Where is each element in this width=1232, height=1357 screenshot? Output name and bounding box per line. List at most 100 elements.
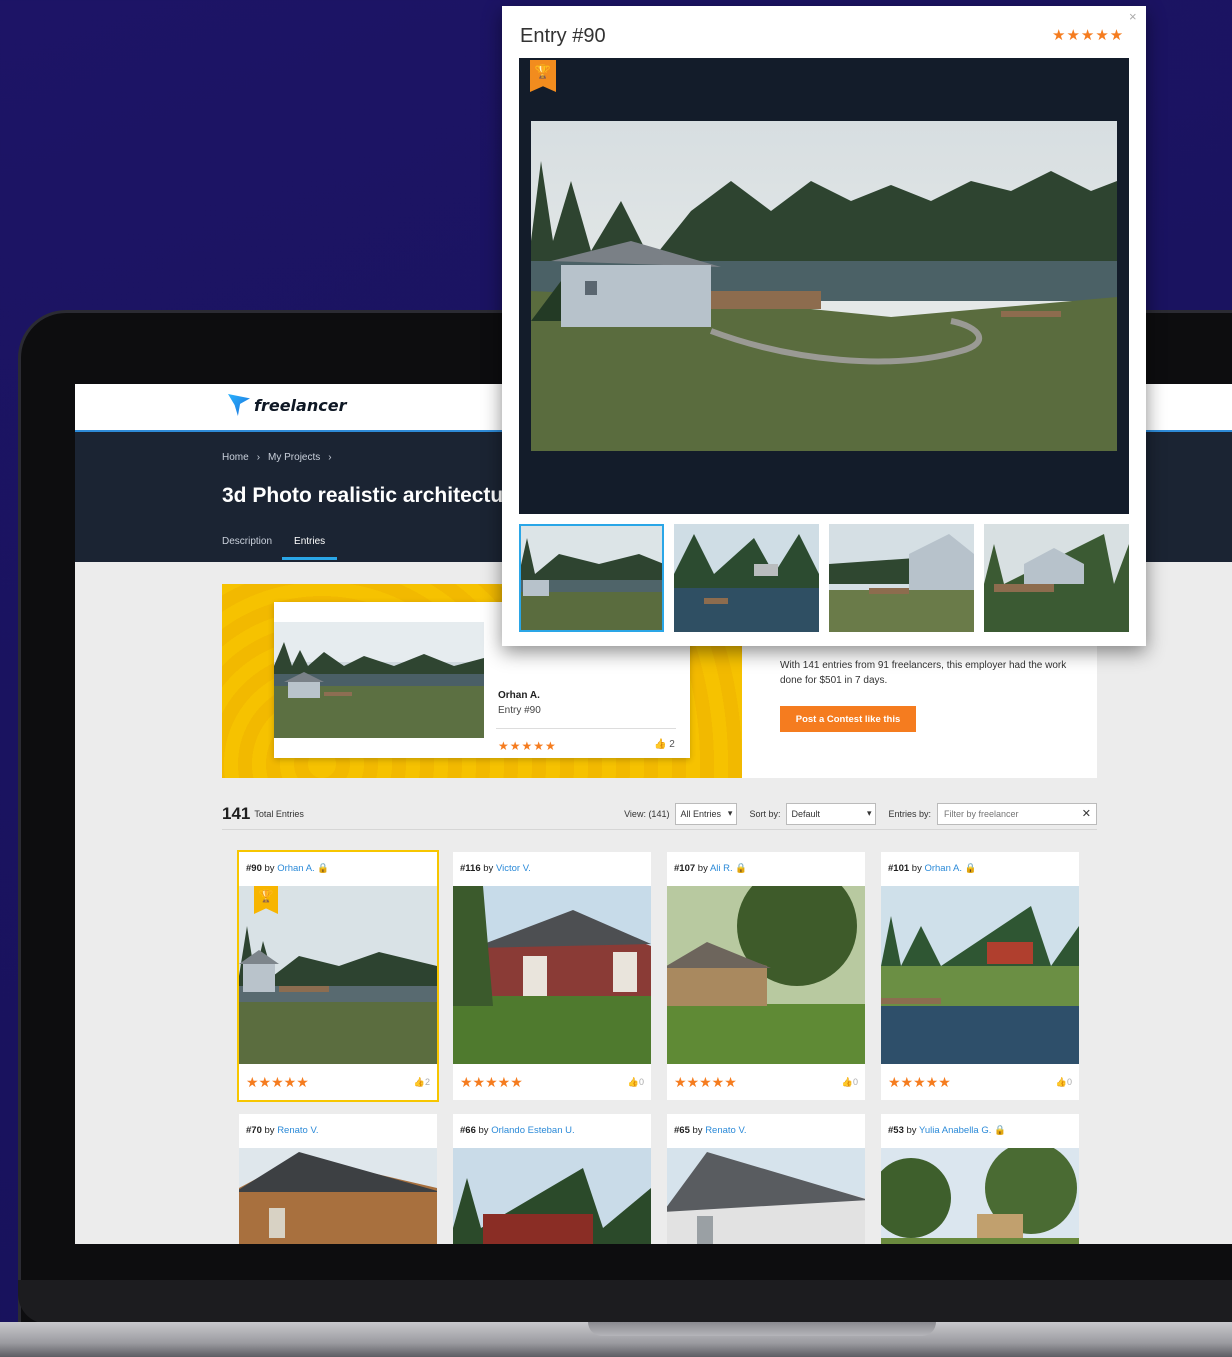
entry-image[interactable]: [453, 886, 651, 1064]
entry-image[interactable]: [667, 1148, 865, 1244]
close-icon[interactable]: ×: [1129, 9, 1137, 24]
entry-freelancer-link[interactable]: Yulia Anabella G.: [919, 1125, 991, 1136]
entry-header: #107 by Ali R. 🔒: [667, 852, 865, 886]
entry-footer: ★★★★★ 👍0: [453, 1064, 651, 1100]
entry-freelancer-link[interactable]: Victor V.: [496, 863, 531, 874]
tab-entries[interactable]: Entries: [282, 536, 338, 560]
entry-number: #101: [888, 863, 910, 874]
entry-likes[interactable]: 👍0: [1056, 1077, 1072, 1088]
entry-number: #65: [674, 1125, 690, 1136]
view-select-value: All Entries: [680, 808, 721, 819]
entry-freelancer-link[interactable]: Orhan A.: [924, 863, 962, 874]
entries-filters: View: (141) All Entries ▾ Sort by: Defau…: [624, 802, 1097, 825]
entry-image[interactable]: [881, 886, 1079, 1064]
modal-thumbnail[interactable]: [519, 524, 664, 632]
entry-freelancer-link[interactable]: Orhan A.: [277, 863, 315, 874]
laptop-chin: [18, 1280, 1232, 1324]
logo-text: freelancer: [254, 395, 347, 415]
entry-card[interactable]: #53 by Yulia Anabella G. 🔒: [881, 1114, 1079, 1244]
entry-card[interactable]: #116 by Victor V. ★★★★★ 👍0: [453, 852, 651, 1100]
entry-number: #66: [460, 1125, 476, 1136]
entry-by: by: [906, 1125, 917, 1136]
entry-rating-stars: ★★★★★: [460, 1073, 523, 1090]
entry-rating-stars: ★★★★★: [246, 1073, 309, 1090]
thumbs-up-icon: 👍: [627, 1076, 639, 1087]
entry-likes[interactable]: 👍2: [414, 1077, 430, 1088]
entry-card[interactable]: #65 by Renato V.: [667, 1114, 865, 1244]
lock-icon: 🔒: [317, 863, 330, 874]
entry-footer: ★★★★★ 👍0: [881, 1064, 1079, 1100]
entry-card[interactable]: #101 by Orhan A. 🔒 ★★★★★ 👍0: [881, 852, 1079, 1100]
freelancer-filter: ✕: [937, 802, 1097, 825]
entry-image[interactable]: [667, 886, 865, 1064]
winner-entry-number: Entry #90: [498, 705, 541, 716]
thumbs-up-icon: 👍: [841, 1076, 853, 1087]
entry-header: #101 by Orhan A. 🔒: [881, 852, 1079, 886]
entry-footer: ★★★★★ 👍2: [239, 1064, 437, 1100]
entry-image[interactable]: [239, 1148, 437, 1244]
view-label: View: (141): [624, 808, 670, 819]
thumbs-up-icon: 👍: [413, 1076, 425, 1087]
entry-by: by: [478, 1125, 489, 1136]
entry-image[interactable]: [453, 1148, 651, 1244]
entry-likes[interactable]: 👍0: [628, 1077, 644, 1088]
freelancer-bird-icon: [228, 394, 250, 416]
entry-freelancer-link[interactable]: Ali R.: [710, 863, 733, 874]
winner-thumbnail[interactable]: [274, 622, 484, 738]
entry-image[interactable]: 🏆: [239, 886, 437, 1064]
entry-by: by: [483, 863, 494, 874]
modal-thumbnail-strip: ›: [519, 524, 1129, 632]
entry-number: #107: [674, 863, 696, 874]
winner-rating-stars: ★★★★★: [498, 739, 557, 753]
modal-thumbnail[interactable]: [829, 524, 974, 632]
clear-filter-icon[interactable]: ✕: [1082, 807, 1091, 820]
trophy-icon: 🏆: [530, 60, 556, 92]
entry-modal: Entry #90 ★★★★★ × 🏆: [502, 6, 1146, 646]
lock-icon: 🔒: [735, 863, 748, 874]
entry-header: #53 by Yulia Anabella G. 🔒: [881, 1114, 1079, 1148]
entry-freelancer-link[interactable]: Orlando Esteban U.: [491, 1125, 574, 1136]
entry-header: #70 by Renato V.: [239, 1114, 437, 1148]
freelancer-filter-input[interactable]: [937, 802, 1097, 825]
post-contest-button[interactable]: Post a Contest like this: [780, 706, 916, 732]
view-select[interactable]: All Entries ▾: [675, 802, 738, 825]
winner-freelancer-name[interactable]: Orhan A.: [498, 690, 540, 701]
entry-card[interactable]: #107 by Ali R. 🔒 ★★★★★ 👍0: [667, 852, 865, 1100]
entry-like-count: 0: [1066, 1076, 1072, 1087]
sort-select[interactable]: Default ▾: [786, 802, 877, 825]
tab-description[interactable]: Description: [222, 536, 272, 560]
entry-likes[interactable]: 👍0: [842, 1077, 858, 1088]
entry-like-count: 0: [638, 1076, 644, 1087]
entry-like-count: 2: [424, 1076, 430, 1087]
breadcrumb-home[interactable]: Home: [222, 452, 249, 463]
sort-select-value: Default: [791, 808, 820, 819]
entry-card[interactable]: #90 by Orhan A. 🔒 🏆 ★★★★★ �: [237, 850, 439, 1102]
winner-summary: With 141 entries from 91 freelancers, th…: [780, 660, 1067, 686]
modal-rating-stars[interactable]: ★★★★★: [1052, 26, 1124, 44]
entry-rating-stars: ★★★★★: [888, 1073, 951, 1090]
project-tabs: Description Entries: [222, 536, 338, 560]
entry-image[interactable]: [881, 1148, 1079, 1244]
winner-likes[interactable]: 👍 2: [654, 739, 675, 750]
entry-freelancer-link[interactable]: Renato V.: [705, 1125, 746, 1136]
entry-by: by: [264, 863, 275, 874]
entry-freelancer-link[interactable]: Renato V.: [277, 1125, 318, 1136]
freelancer-logo[interactable]: freelancer: [228, 394, 346, 416]
total-entries-label: Total Entries: [254, 808, 304, 819]
modal-thumbnail[interactable]: ›: [984, 524, 1129, 632]
total-entries-count: 141: [222, 803, 251, 823]
winner-like-count: 2: [669, 739, 675, 750]
entries-toolbar: 141 Total Entries View: (141) All Entrie…: [222, 798, 1097, 830]
entry-card[interactable]: #70 by Renato V.: [239, 1114, 437, 1244]
entry-by: by: [911, 863, 922, 874]
breadcrumb: Home › My Projects ›: [222, 452, 332, 463]
entry-like-count: 0: [852, 1076, 858, 1087]
breadcrumb-my-projects[interactable]: My Projects: [268, 452, 320, 463]
entry-footer: ★★★★★ 👍0: [667, 1064, 865, 1100]
entries-by-label: Entries by:: [888, 808, 931, 819]
entry-number: #90: [246, 863, 262, 874]
modal-thumbnail[interactable]: [674, 524, 819, 632]
entry-card[interactable]: #66 by Orlando Esteban U.: [453, 1114, 651, 1244]
divider: [496, 728, 676, 729]
entry-number: #53: [888, 1125, 904, 1136]
